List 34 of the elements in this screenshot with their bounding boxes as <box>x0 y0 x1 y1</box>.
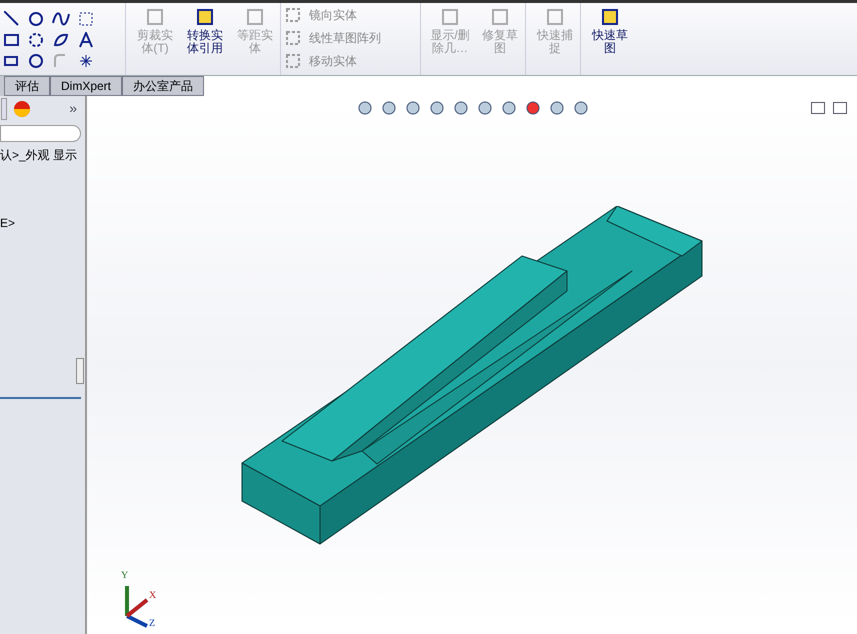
tree-item[interactable]: 认>_外观 显示 <box>0 146 85 164</box>
tool-icon <box>490 7 510 27</box>
tool-icon <box>600 7 620 27</box>
y-axis-label: Y <box>121 569 128 583</box>
tool-icon <box>440 7 460 27</box>
ribbon-tab[interactable]: 评估 <box>4 76 50 96</box>
window-button[interactable] <box>833 102 847 114</box>
tree-item[interactable]: E> <box>0 214 85 232</box>
window-button[interactable] <box>811 102 825 114</box>
ribbon-tab[interactable]: DimXpert <box>50 76 122 96</box>
collapse-handle[interactable] <box>76 358 84 384</box>
z-axis-label: Z <box>149 617 156 631</box>
toolbar-button[interactable]: 转换实体引用 <box>180 3 230 75</box>
tool-icon <box>245 7 265 27</box>
curve-icon[interactable] <box>52 11 70 27</box>
circle-icon[interactable] <box>28 32 44 48</box>
sketch-tool-icon[interactable] <box>4 32 20 48</box>
x-axis-label: X <box>149 589 156 603</box>
ribbon-tab[interactable]: 办公室产品 <box>122 76 204 96</box>
sketch-tool-icon[interactable] <box>4 53 20 69</box>
more-button[interactable]: » <box>69 98 77 119</box>
tool-icon <box>285 6 301 22</box>
toolbar-button[interactable]: 快速草图 <box>585 3 635 75</box>
tool-icon <box>195 7 215 27</box>
tool-icon <box>285 52 301 68</box>
filter-field[interactable] <box>0 125 81 142</box>
curve-icon[interactable] <box>52 32 70 48</box>
tool-icon <box>285 30 301 46</box>
tool-icon <box>145 7 165 27</box>
sketch-tool-icon[interactable] <box>4 11 20 27</box>
circle-icon[interactable] <box>28 53 44 69</box>
text-icon[interactable] <box>78 32 94 48</box>
circle-icon[interactable] <box>28 11 44 27</box>
tool-icon <box>545 7 565 27</box>
